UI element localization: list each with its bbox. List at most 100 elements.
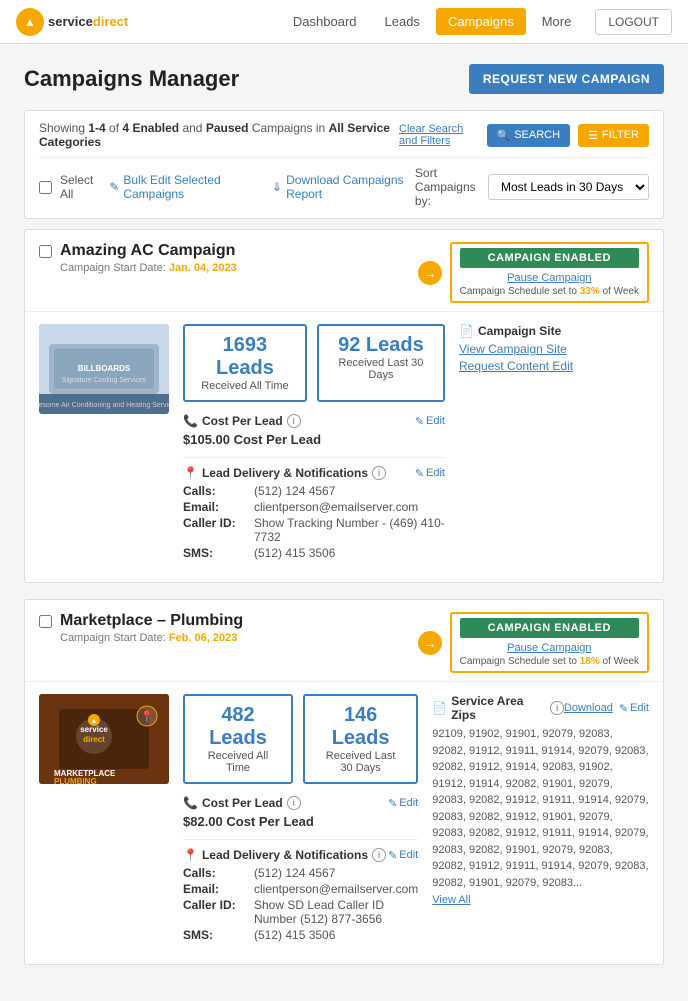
service-area-edit-link-plumbing[interactable]: ✎ Edit [619,702,649,715]
logo-text: servicedirect [48,14,128,29]
sort-row: Sort Campaigns by: Most Leads in 30 Days… [415,166,649,208]
status-box-plumbing: CAMPAIGN ENABLED Pause Campaign Campaign… [450,612,649,673]
campaign-checkbox-ac[interactable] [39,245,52,258]
request-content-edit-link-ac[interactable]: Request Content Edit [459,359,649,373]
campaign-checkbox-plumbing[interactable] [39,615,52,628]
pencil-icon: ✎ [109,180,119,194]
campaign-header-plumbing: Marketplace – Plumbing Campaign Start Da… [25,600,663,682]
lead-delivery-label-ac: Lead Delivery & Notifications [202,466,368,480]
bulk-edit-link[interactable]: ✎ Bulk Edit Selected Campaigns [109,173,256,201]
pause-campaign-link-plumbing[interactable]: Pause Campaign [460,642,639,654]
email-label-ac: Email: [183,500,248,514]
pencil-icon-lead-ac: ✎ [415,467,424,480]
clear-search-link[interactable]: Clear Search and Filters [399,123,479,147]
campaign-header-ac: Amazing AC Campaign Campaign Start Date:… [25,230,663,312]
stat-label-plumbing-alltime: Received All Time [201,750,275,774]
view-campaign-site-link-ac[interactable]: View Campaign Site [459,342,649,356]
nav-dashboard[interactable]: Dashboard [281,8,369,35]
orange-arrow-plumbing: → [418,631,442,655]
campaign-image-svg-ac: BILLBOARDS Signature Cooling Services Aw… [39,324,169,414]
calls-value-plumbing: (512) 124 4567 [254,866,335,880]
cost-title-plumbing: Cost Per Lead [202,796,283,810]
lead-delivery-edit-link-plumbing[interactable]: ✎ Edit [388,849,418,862]
campaign-col-left-plumbing: 482 Leads Received All Time 146 Leads Re… [183,694,418,952]
download-icon: ⇓ [272,180,282,194]
stat-number-ac-30days: 92 Leads [335,334,427,357]
campaign-start-date-ac: Jan. 04, 2023 [169,262,237,274]
download-campaigns-link[interactable]: ⇓ Download Campaigns Report [272,173,415,201]
pause-campaign-link-ac[interactable]: Pause Campaign [460,272,639,284]
stat-box-ac-30days: 92 Leads Received Last 30 Days [317,324,445,402]
svg-text:▲: ▲ [91,718,98,725]
logo-icon: ▲ [16,8,44,36]
request-new-campaign-button[interactable]: REQUEST NEW CAMPAIGN [469,64,664,94]
logout-button[interactable]: LOGOUT [595,9,672,35]
select-all-checkbox[interactable] [39,181,52,194]
campaign-name-ac: Amazing AC Campaign [60,242,237,260]
lead-delivery-header-plumbing: 📍 Lead Delivery & Notifications i ✎ Edit [183,848,418,862]
campaign-site-section-ac: 📄 Campaign Site View Campaign Site Reque… [459,324,649,373]
bulk-edit-label: Bulk Edit Selected Campaigns [123,173,256,201]
nav-leads[interactable]: Leads [373,8,432,35]
schedule-text-plumbing: Campaign Schedule set to 18% of Week [460,656,639,667]
sort-select[interactable]: Most Leads in 30 Days Most Leads All Tim… [488,174,649,200]
sms-row-plumbing: SMS: (512) 415 3506 [183,928,418,942]
cost-section-title-plumbing: 📞 Cost Per Lead i [183,796,301,810]
campaign-col-right-plumbing: 📄 Service Area Zips i Download ✎ Edit [432,694,649,952]
service-area-info-icon-plumbing[interactable]: i [550,701,563,715]
campaign-card-plumbing: Marketplace – Plumbing Campaign Start Da… [24,599,664,965]
filter-actions: Clear Search and Filters 🔍 SEARCH ☰ FILT… [399,123,649,147]
lead-delivery-title-ac: 📍 Lead Delivery & Notifications i [183,466,386,480]
stat-number-ac-alltime: 1693 Leads [201,334,289,380]
lead-delivery-edit-link-ac[interactable]: ✎ Edit [415,467,445,480]
email-row-ac: Email: clientperson@emailserver.com [183,500,445,514]
callerid-row-ac: Caller ID: Show Tracking Number - (469) … [183,516,445,544]
select-all-label: Select All [60,173,101,201]
filter-icon: ☰ [588,129,598,142]
cost-edit-link-ac[interactable]: ✎ Edit [415,415,445,428]
service-area-header-plumbing: 📄 Service Area Zips i Download ✎ Edit [432,694,649,722]
campaign-start-date-plumbing: Feb. 06, 2023 [169,632,238,644]
email-row-plumbing: Email: clientperson@emailserver.com [183,882,418,896]
cost-info-icon-ac[interactable]: i [287,414,301,428]
stat-label-plumbing-30days: Received Last 30 Days [321,750,400,774]
sms-label-ac: SMS: [183,546,248,560]
showing-text: Showing 1-4 of 4 Enabled and Paused Camp… [39,121,399,149]
lead-delivery-info-icon-plumbing[interactable]: i [372,848,386,862]
cost-value-ac: $105.00 Cost Per Lead [183,432,445,447]
nav-campaigns[interactable]: Campaigns [436,8,526,35]
campaign-col-right-ac: 📄 Campaign Site View Campaign Site Reque… [459,324,649,570]
stat-box-plumbing-alltime: 482 Leads Received All Time [183,694,293,784]
lead-delivery-info-icon-ac[interactable]: i [372,466,386,480]
search-button[interactable]: 🔍 SEARCH [487,124,571,147]
campaign-site-label-ac: Campaign Site [478,324,561,338]
email-label-plumbing: Email: [183,882,248,896]
lead-delivery-label-plumbing: Lead Delivery & Notifications [202,848,368,862]
sms-value-ac: (512) 415 3506 [254,546,335,560]
campaign-col-left-ac: 1693 Leads Received All Time 92 Leads Re… [183,324,445,570]
campaign-columns-ac: 1693 Leads Received All Time 92 Leads Re… [183,324,649,570]
email-value-plumbing: clientperson@emailserver.com [254,882,418,896]
sort-label: Sort Campaigns by: [415,166,480,208]
top-navigation: ▲ servicedirect Dashboard Leads Campaign… [0,0,688,44]
calls-label-plumbing: Calls: [183,866,248,880]
cost-edit-link-plumbing[interactable]: ✎ Edit [388,797,418,810]
svg-text:Awesome Air Conditioning and H: Awesome Air Conditioning and Heating Ser… [39,402,169,409]
cost-edit-label-ac: Edit [426,415,445,427]
status-enabled-plumbing: CAMPAIGN ENABLED [460,618,639,638]
campaign-body-ac: BILLBOARDS Signature Cooling Services Aw… [25,312,663,582]
callerid-row-plumbing: Caller ID: Show SD Lead Caller ID Number… [183,898,418,926]
service-area-download-link[interactable]: Download [564,702,613,715]
cost-info-icon-plumbing[interactable]: i [287,796,301,810]
view-all-zips-link[interactable]: View All [432,894,470,906]
schedule-text-ac: Campaign Schedule set to 33% of Week [460,286,639,297]
campaign-status-area-plumbing: → CAMPAIGN ENABLED Pause Campaign Campai… [418,612,649,673]
pencil-icon-cost-ac: ✎ [415,415,424,428]
filter-button[interactable]: ☰ FILTER [578,124,649,147]
cost-edit-label-plumbing: Edit [399,797,418,809]
stats-row-plumbing: 482 Leads Received All Time 146 Leads Re… [183,694,418,784]
page-title: Campaigns Manager [24,66,239,92]
nav-more[interactable]: More [530,8,584,35]
stat-number-plumbing-alltime: 482 Leads [201,704,275,750]
zip-codes-plumbing: 92109, 91902, 91901, 92079, 92083, 92082… [432,726,649,891]
